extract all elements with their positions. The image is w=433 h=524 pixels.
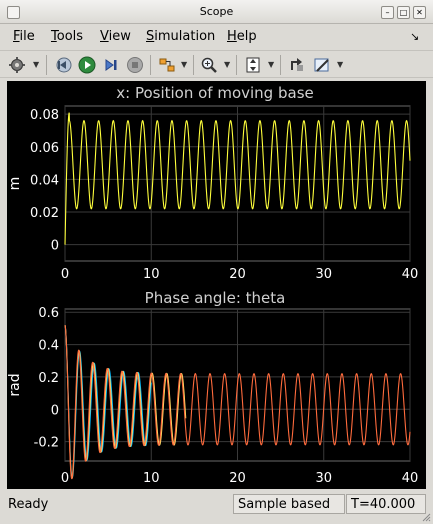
settings-icon[interactable] [6,54,28,76]
status-ready: Ready [8,497,49,512]
highlight-block-icon[interactable] [156,54,178,76]
menu-file-label: ile [19,29,35,44]
x-tick-label: 20 [229,267,246,282]
y-tick-label: 0.02 [30,206,59,221]
scope-plot-area[interactable]: 0 10 20 30 40 0 0.02 0.04 0.06 0.08 x: Position of… [7,81,426,489]
stop-icon[interactable] [124,54,146,76]
x-tick-label: 0 [61,471,69,486]
run-icon[interactable] [76,54,98,76]
toolbar-separator [150,55,151,75]
zoom-dropdown-icon[interactable]: ▼ [224,60,230,69]
highlight-dropdown-icon[interactable]: ▼ [181,60,187,69]
y-tick-label: 0.2 [38,371,59,386]
settings-dropdown-icon[interactable]: ▼ [33,60,39,69]
style-dropdown-icon[interactable]: ▼ [337,60,343,69]
plot-phase-theta[interactable]: 0 10 20 30 40 -0.2 0 0.2 0.4 0.6 Phase angle: thet… [7,289,418,486]
status-mode: Sample based [233,494,345,514]
menu-tools[interactable]: Tools [51,29,83,44]
resize-grip-icon[interactable] [421,512,431,522]
scope-axes-svg: 0 10 20 30 40 0 0.02 0.04 0.06 0.08 x: Position of… [7,84,418,486]
x-tick-label: 40 [402,471,419,486]
x-tick-label: 10 [143,471,160,486]
x-tick-label: 0 [61,267,69,282]
window-title: Scope [199,5,234,18]
menu-view[interactable]: View [100,29,131,44]
y-tick-label: 0.6 [38,306,59,321]
x-tick-label: 10 [143,267,160,282]
y-tick-label: 0.06 [30,141,59,156]
menu-help-label: elp [236,29,257,44]
style-icon[interactable] [311,54,333,76]
menu-file[interactable]: File [13,29,35,44]
y-tick-label: 0 [51,403,59,418]
toolbar-separator [280,55,281,75]
minimize-button[interactable]: – [381,6,394,19]
autoscale-dropdown-icon[interactable]: ▼ [268,60,274,69]
menu-simulation[interactable]: Simulation [146,29,215,44]
menu-view-mnemonic: V [100,29,109,44]
toolbar: ▼ ▼ ▼ ▼ ▼ [0,50,433,78]
close-button[interactable]: ✕ [413,6,426,19]
menu-view-label: iew [108,29,131,44]
toolbar-separator [193,55,194,75]
toolbar-separator [46,55,47,75]
x-tick-label: 30 [315,267,332,282]
x-tick-label: 30 [315,471,332,486]
y-axis-label: m [7,177,23,191]
menu-tools-label: ools [56,29,84,44]
y-tick-label: 0.4 [38,339,59,354]
menu-help-mnemonic: H [227,29,237,44]
status-bar: Ready Sample based T=40.000 [0,492,433,516]
step-back-icon[interactable] [52,54,74,76]
y-tick-label: -0.2 [34,436,59,451]
x-tick-label: 20 [229,471,246,486]
maximize-button[interactable]: □ [397,6,410,19]
plot-title: x: Position of moving base [116,84,313,102]
menu-overflow-arrow-icon[interactable]: ↘ [410,30,419,43]
y-axis-label: rad [7,373,23,396]
restore-icon[interactable] [286,54,308,76]
plot-title: Phase angle: theta [145,289,286,307]
title-bar: Scope – □ ✕ [0,0,433,24]
plot-position-x[interactable]: 0 10 20 30 40 0 0.02 0.04 0.06 0.08 x: Position of… [7,84,418,282]
menu-simulation-label: imulation [154,29,216,44]
x-tick-label: 40 [402,267,419,282]
y-tick-label: 0.04 [30,173,59,188]
toolbar-separator [236,55,237,75]
autoscale-icon[interactable] [242,54,264,76]
menu-bar: File Tools View Simulation Help ↘ [0,26,433,48]
y-tick-label: 0 [51,239,59,254]
zoom-icon[interactable] [198,54,220,76]
menu-help[interactable]: Help [227,29,257,44]
status-time: T=40.000 [346,494,426,514]
y-tick-label: 0.08 [30,108,59,123]
step-forward-icon[interactable] [100,54,122,76]
